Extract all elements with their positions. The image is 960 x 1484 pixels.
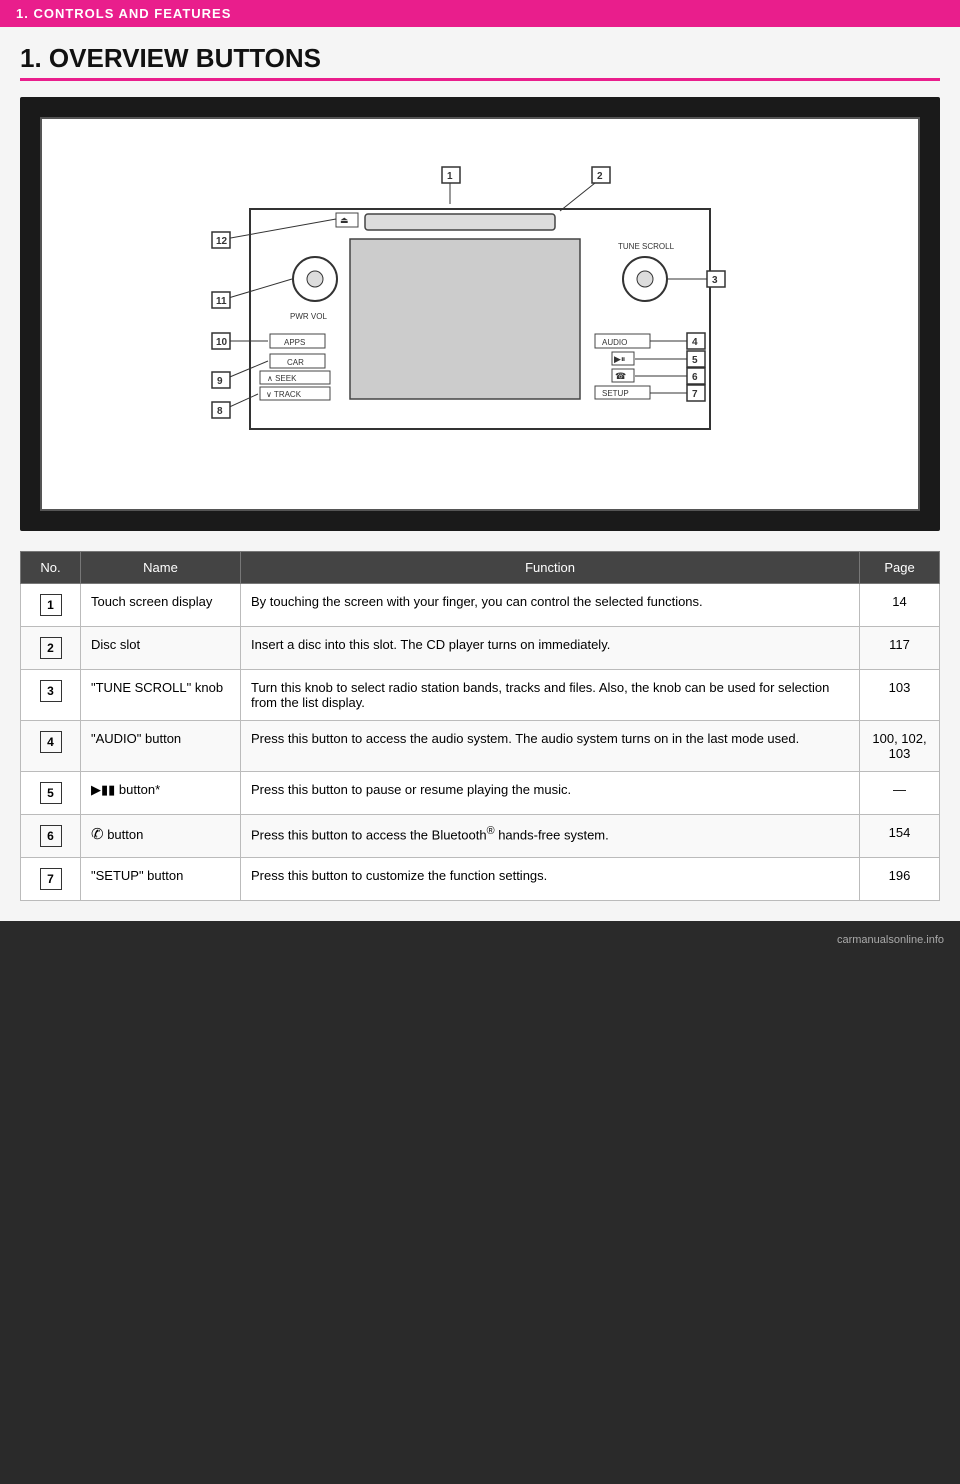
svg-text:8: 8: [217, 406, 223, 417]
cell-page: 103: [860, 670, 940, 721]
section-title: 1. OVERVIEW BUTTONS: [20, 43, 940, 81]
table-row: 2 Disc slotInsert a disc into this slot. …: [21, 627, 940, 670]
cell-name: "TUNE SCROLL" knob: [81, 670, 241, 721]
col-header-no: No.: [21, 552, 81, 584]
name-text: ✆ button: [91, 827, 143, 842]
cell-function: Turn this knob to select radio station b…: [241, 670, 860, 721]
cell-function: Press this button to pause or resume pla…: [241, 772, 860, 815]
cell-page: 100, 102, 103: [860, 721, 940, 772]
table-row: 1 Touch screen displayBy touching the scr…: [21, 584, 940, 627]
col-header-name: Name: [81, 552, 241, 584]
cell-no: 6: [21, 815, 81, 858]
bottom-area: carmanualsonline.info: [0, 921, 960, 1001]
cell-no: 4: [21, 721, 81, 772]
number-box: 6: [40, 825, 62, 847]
svg-text:7: 7: [692, 389, 698, 400]
number-box: 7: [40, 868, 62, 890]
table-row: 6 ✆ button Press this button to access the…: [21, 815, 940, 858]
svg-text:∧ SEEK: ∧ SEEK: [267, 374, 297, 383]
overview-table: No. Name Function Page 1 Touch screen dis…: [20, 551, 940, 901]
svg-text:10: 10: [216, 337, 228, 348]
svg-text:APPS: APPS: [284, 338, 305, 347]
svg-text:4: 4: [692, 337, 698, 348]
svg-text:CAR: CAR: [287, 358, 304, 367]
number-box: 4: [40, 731, 62, 753]
cell-no: 3: [21, 670, 81, 721]
cell-page: 117: [860, 627, 940, 670]
svg-text:∨ TRACK: ∨ TRACK: [266, 390, 302, 399]
table-row: 5 ▶▮▮ button* Press this button to pause o…: [21, 772, 940, 815]
col-header-function: Function: [241, 552, 860, 584]
col-header-page: Page: [860, 552, 940, 584]
unit-diagram: PWR VOL TUNE SCROLL APPS CAR ∧ SEEK: [170, 149, 790, 469]
svg-text:12: 12: [216, 236, 228, 247]
cell-function: Insert a disc into this slot. The CD pla…: [241, 627, 860, 670]
page-content: 1. OVERVIEW BUTTONS: [0, 27, 960, 921]
cell-page: 196: [860, 858, 940, 901]
cell-function: By touching the screen with your finger,…: [241, 584, 860, 627]
table-row: 4 "AUDIO" buttonPress this button to acce…: [21, 721, 940, 772]
number-box: 1: [40, 594, 62, 616]
cell-page: 154: [860, 815, 940, 858]
svg-text:▶⏸: ▶⏸: [614, 354, 625, 364]
table-row: 3 "TUNE SCROLL" knobTurn this knob to sel…: [21, 670, 940, 721]
cell-function: Press this button to access the audio sy…: [241, 721, 860, 772]
cell-name: "SETUP" button: [81, 858, 241, 901]
cell-function: Press this button to access the Bluetoot…: [241, 815, 860, 858]
svg-text:11: 11: [216, 296, 227, 307]
cell-name: ▶▮▮ button*: [81, 772, 241, 815]
svg-text:3: 3: [712, 275, 718, 286]
cell-name: Touch screen display: [81, 584, 241, 627]
cell-name: "AUDIO" button: [81, 721, 241, 772]
cell-no: 1: [21, 584, 81, 627]
page-header: 1. CONTROLS AND FEATURES: [0, 0, 960, 27]
cell-name: Disc slot: [81, 627, 241, 670]
cell-name: ✆ button: [81, 815, 241, 858]
svg-text:2: 2: [597, 171, 603, 182]
svg-text:SETUP: SETUP: [602, 389, 629, 398]
number-box: 2: [40, 637, 62, 659]
svg-text:9: 9: [217, 376, 223, 387]
cell-no: 7: [21, 858, 81, 901]
svg-text:6: 6: [692, 372, 698, 383]
svg-text:AUDIO: AUDIO: [602, 338, 627, 347]
cell-function: Press this button to customize the funct…: [241, 858, 860, 901]
svg-text:PWR VOL: PWR VOL: [290, 312, 327, 321]
diagram-container: PWR VOL TUNE SCROLL APPS CAR ∧ SEEK: [20, 97, 940, 531]
number-box: 5: [40, 782, 62, 804]
table-row: 7 "SETUP" buttonPress this button to cust…: [21, 858, 940, 901]
footer-logo: carmanualsonline.info: [837, 934, 944, 946]
svg-text:☎: ☎: [615, 371, 626, 381]
svg-text:1: 1: [447, 171, 453, 182]
diagram-inner: PWR VOL TUNE SCROLL APPS CAR ∧ SEEK: [40, 117, 920, 511]
name-text: ▶▮▮ button*: [91, 782, 160, 797]
cell-no: 2: [21, 627, 81, 670]
svg-text:5: 5: [692, 355, 698, 366]
cell-no: 5: [21, 772, 81, 815]
cell-page: 14: [860, 584, 940, 627]
svg-text:⏏: ⏏: [340, 215, 349, 225]
cell-page: —: [860, 772, 940, 815]
svg-text:TUNE SCROLL: TUNE SCROLL: [618, 242, 675, 251]
number-box: 3: [40, 680, 62, 702]
